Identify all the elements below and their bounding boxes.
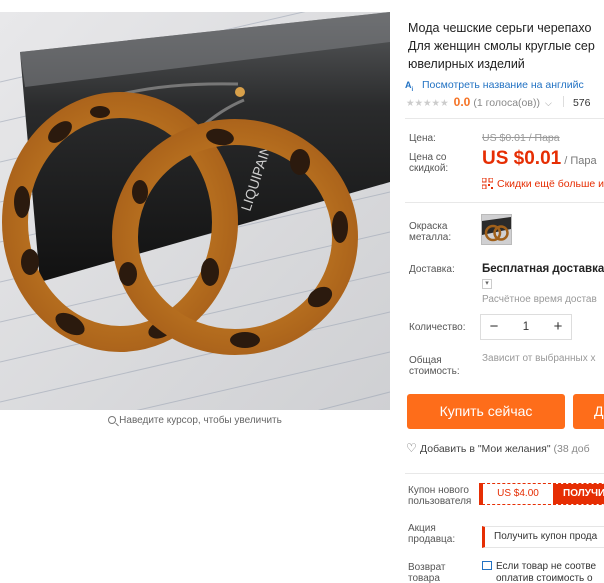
total-label-line: Общая bbox=[409, 355, 442, 366]
metal-color-swatch[interactable] bbox=[481, 214, 512, 245]
new-user-coupon-label: Купон нового пользователя bbox=[408, 485, 471, 507]
returns-text-line: оплатив стоимость о bbox=[496, 573, 593, 583]
divider bbox=[405, 202, 604, 203]
quantity-increase-button[interactable]: + bbox=[545, 315, 571, 339]
quantity-decrease-button[interactable]: − bbox=[481, 315, 507, 339]
quantity-input[interactable]: 1 bbox=[507, 315, 545, 339]
returns-text-line: Если товар не соотве bbox=[496, 561, 597, 572]
promo-link[interactable]: Скидки ещё больше и bbox=[482, 178, 604, 190]
orders-count: 576 bbox=[572, 97, 591, 109]
quantity-stepper: − 1 + bbox=[480, 314, 572, 340]
translate-icon: Ai bbox=[405, 80, 414, 93]
rating-row: ★★★★★ 0.0 (1 голоса(ов)) ⌵ 576 bbox=[406, 95, 591, 109]
sale-price: US $0.01/ Пара bbox=[482, 148, 597, 170]
metal-color-label-line: Окраска bbox=[409, 221, 448, 232]
qr-code-icon bbox=[482, 178, 493, 189]
returns-label-line: товара bbox=[408, 573, 440, 583]
divider bbox=[562, 96, 564, 107]
total-value: Зависит от выбранных х bbox=[482, 353, 596, 364]
shipping-time: Расчётное время достав bbox=[482, 294, 597, 305]
zoom-hint-text: Наведите курсор, чтобы увеличить bbox=[119, 415, 282, 426]
earrings-photo: LIQUIPAINT bbox=[0, 12, 390, 410]
chevron-down-icon[interactable]: ⌵ bbox=[545, 98, 552, 108]
buy-now-button[interactable]: Купить сейчас bbox=[407, 394, 565, 429]
sale-price-label: Цена со скидкой: bbox=[409, 152, 448, 174]
heart-icon: ♡ bbox=[406, 441, 417, 455]
total-label-line: стоимость: bbox=[409, 366, 460, 377]
wishlist-count: (38 доб bbox=[553, 443, 590, 455]
rating-stars-icon: ★★★★★ bbox=[406, 98, 449, 109]
product-title: Мода чешские серьги черепахо Для женщин … bbox=[408, 19, 604, 73]
new-user-coupon-label-line: Купон нового bbox=[408, 485, 469, 496]
sale-price-amount: US $0.01 bbox=[482, 148, 562, 169]
new-user-coupon-label-line: пользователя bbox=[408, 496, 472, 507]
earring-thumbnail bbox=[482, 215, 511, 244]
seller-coupon-button[interactable]: Получить купон прода bbox=[482, 526, 604, 548]
add-to-cart-button[interactable]: Д bbox=[573, 394, 604, 429]
product-main-image[interactable]: LIQUIPAINT bbox=[0, 12, 390, 410]
translate-link-text[interactable]: Посмотреть название на английс bbox=[422, 79, 584, 91]
product-title-line: Мода чешские серьги черепахо bbox=[408, 21, 592, 35]
new-user-coupon[interactable]: US $4.00 ПОЛУЧИ bbox=[482, 483, 604, 505]
divider bbox=[405, 118, 604, 119]
rating-votes[interactable]: (1 голоса(ов)) bbox=[473, 97, 540, 109]
metal-color-label-line: металла: bbox=[409, 232, 452, 243]
seller-promo-label-line: продавца: bbox=[408, 534, 456, 545]
returns-label-line: Возврат bbox=[408, 562, 446, 573]
returns-text: Если товар не соотве оплатив стоимость о bbox=[482, 561, 596, 583]
sale-price-label-line: Цена со bbox=[409, 152, 447, 163]
product-info-panel: Мода чешские серьги черепахо Для женщин … bbox=[396, 0, 604, 583]
product-title-line: Для женщин смолы круглые сер bbox=[408, 39, 595, 53]
return-policy-icon bbox=[482, 561, 492, 570]
rating-score: 0.0 bbox=[453, 95, 471, 109]
translate-title-link[interactable]: Ai Посмотреть название на английс bbox=[405, 79, 584, 93]
wishlist-text[interactable]: Добавить в "Мои желания" bbox=[420, 443, 551, 455]
zoom-hint: Наведите курсор, чтобы увеличить bbox=[0, 415, 390, 426]
chevron-down-icon[interactable]: ▾ bbox=[482, 279, 492, 289]
total-label: Общая стоимость: bbox=[409, 355, 460, 377]
returns-label: Возврат товара bbox=[408, 562, 446, 583]
shipping-value[interactable]: Бесплатная доставка в bbox=[482, 263, 604, 275]
sale-price-unit: / Пара bbox=[564, 155, 597, 167]
metal-color-label: Окраска металла: bbox=[409, 221, 451, 243]
get-coupon-button[interactable]: ПОЛУЧИ bbox=[553, 484, 604, 504]
seller-promo-label: Акция продавца: bbox=[408, 523, 455, 545]
magnifier-icon bbox=[108, 416, 117, 424]
shipping-label: Доставка: bbox=[409, 264, 455, 275]
add-to-wishlist-link[interactable]: ♡ Добавить в "Мои желания" (38 доб bbox=[406, 441, 590, 455]
promo-text[interactable]: Скидки ещё больше и bbox=[497, 178, 604, 190]
quantity-label: Количество: bbox=[409, 322, 466, 333]
product-title-line: ювелирных изделий bbox=[408, 57, 525, 71]
original-price: US $0.01 / Пара bbox=[482, 132, 560, 144]
divider bbox=[405, 473, 604, 474]
sale-price-label-line: скидкой: bbox=[409, 163, 449, 174]
seller-promo-label-line: Акция bbox=[408, 523, 436, 534]
coupon-amount: US $4.00 bbox=[483, 484, 553, 504]
price-label: Цена: bbox=[409, 133, 436, 144]
